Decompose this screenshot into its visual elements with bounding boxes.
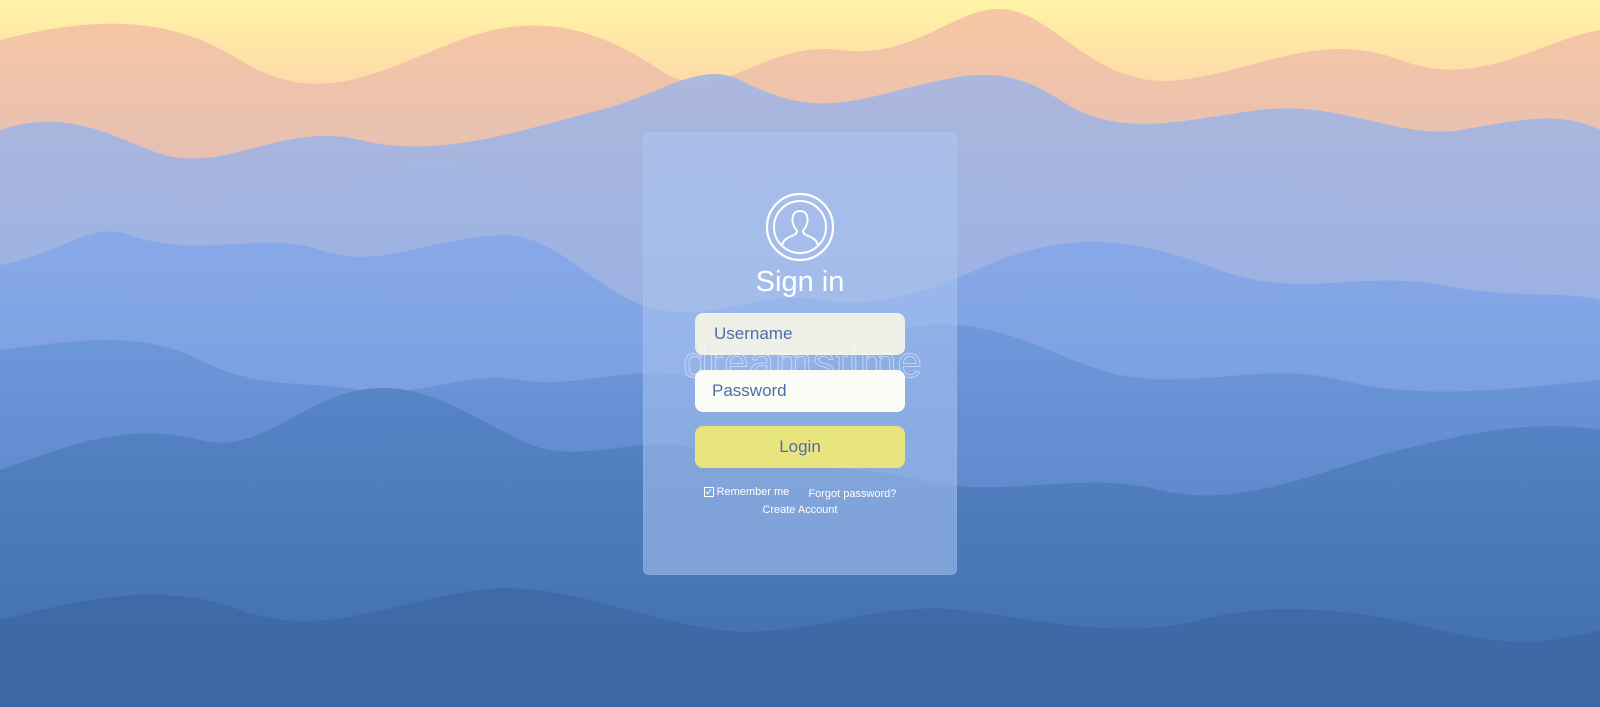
login-options: Remember me Forgot password? [643,485,957,501]
forgot-password-link[interactable]: Forgot password? [808,488,896,500]
signin-card: Sign in Login Remember me Forgot passwor… [643,132,957,575]
create-account-link[interactable]: Create Account [762,504,837,516]
page-title: Sign in [755,266,845,298]
remember-me-checkbox[interactable]: Remember me [703,485,790,499]
username-input[interactable] [695,313,905,355]
login-button[interactable]: Login [695,426,905,468]
password-input[interactable] [695,370,905,412]
user-circle-icon [765,192,835,262]
remember-me-label: Remember me [716,486,790,498]
checkbox-checked-icon [703,487,714,497]
